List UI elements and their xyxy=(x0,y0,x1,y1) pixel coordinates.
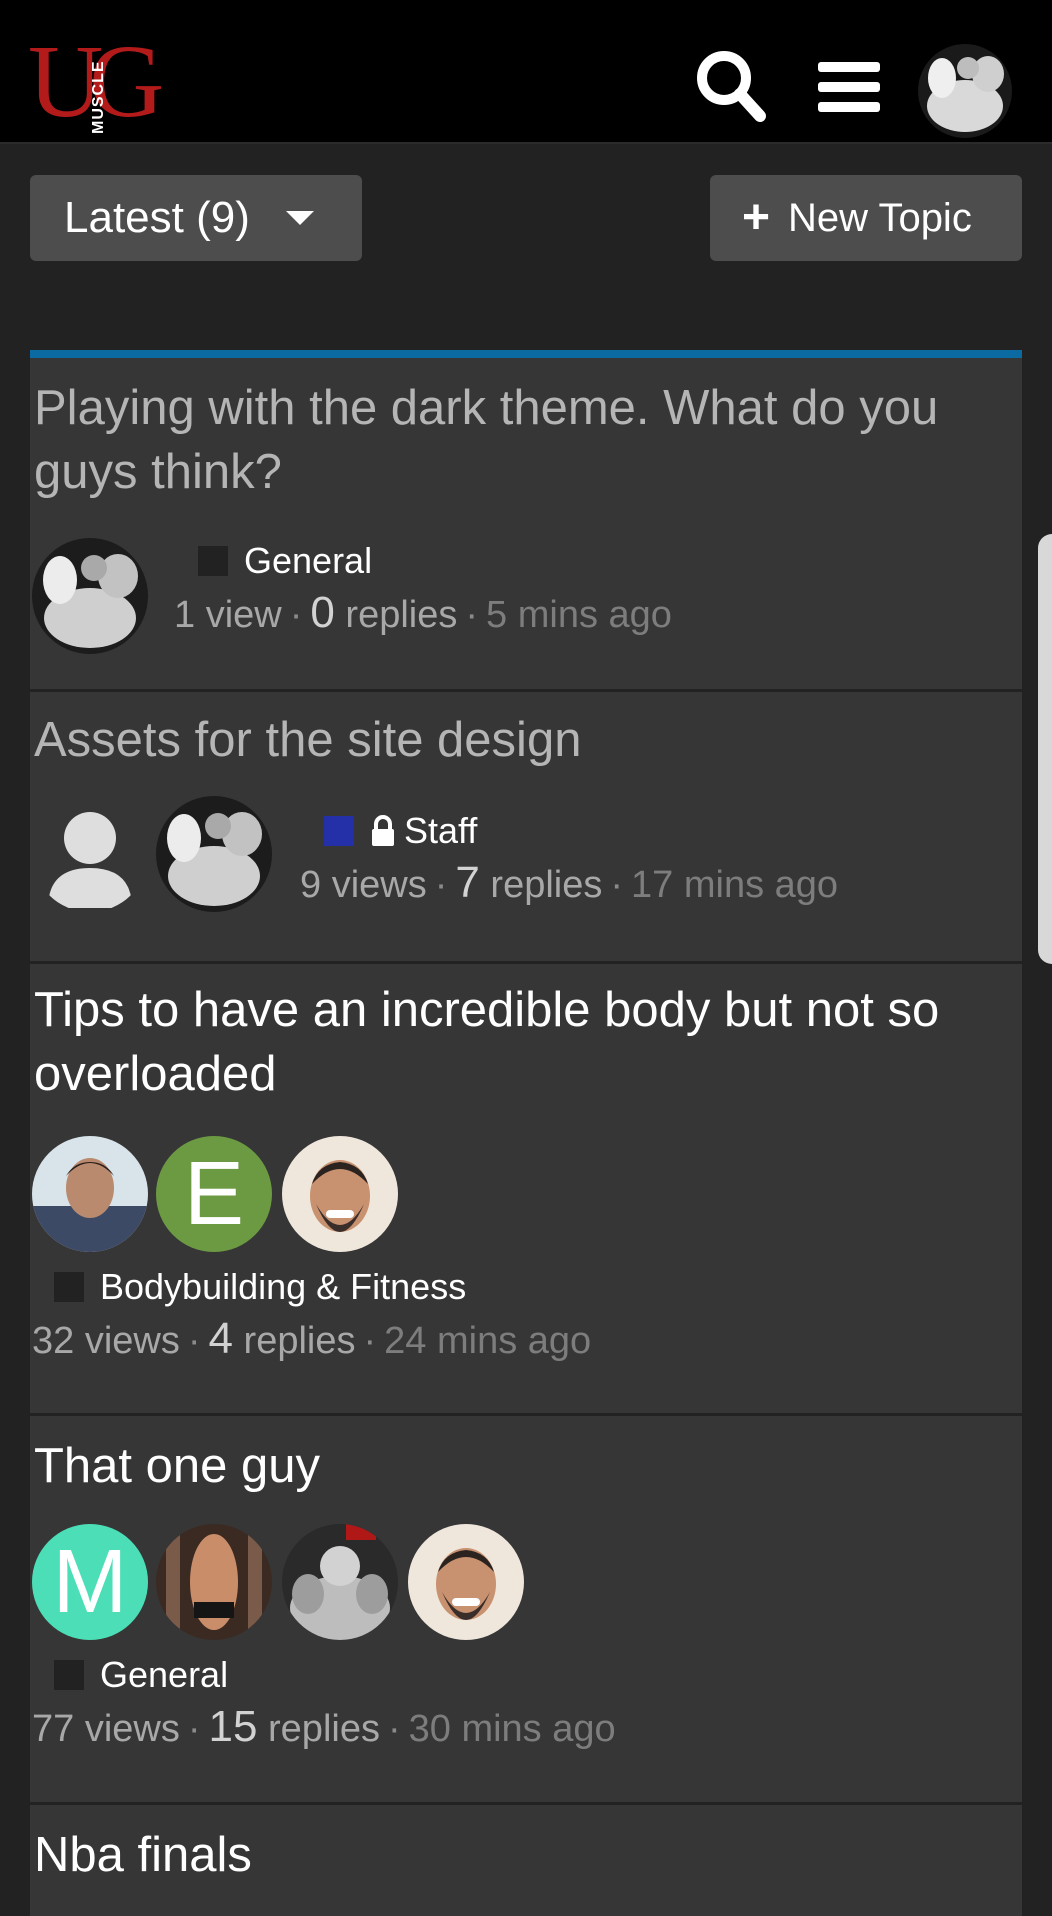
topic-title[interactable]: That one guy xyxy=(34,1434,1014,1498)
category-color-square xyxy=(198,546,228,576)
topic-row[interactable]: Playing with the dark theme. What do you… xyxy=(30,358,1022,692)
poster-avatar[interactable] xyxy=(282,1524,398,1640)
category-color-square xyxy=(54,1660,84,1690)
user-avatar[interactable] xyxy=(918,44,1012,138)
plus-icon: + xyxy=(742,191,771,244)
replies-word: replies xyxy=(268,1708,380,1750)
views-count: 1 view xyxy=(174,594,282,636)
category-badge[interactable]: General xyxy=(198,540,372,582)
filter-dropdown-label: Latest (9) xyxy=(64,193,250,242)
last-activity[interactable]: 24 mins ago xyxy=(384,1320,591,1362)
poster-avatar[interactable] xyxy=(32,538,148,654)
poster-avatar[interactable] xyxy=(32,1136,148,1252)
poster-avatar[interactable] xyxy=(282,1136,398,1252)
app-header: UG MUSCLE xyxy=(0,0,1052,144)
new-topic-button[interactable]: + New Topic xyxy=(710,175,1022,261)
scrollbar-thumb[interactable] xyxy=(1038,534,1052,964)
topic-title[interactable]: Tips to have an incredible body but not … xyxy=(34,978,1014,1106)
views-count: 77 views xyxy=(32,1708,180,1750)
letter-avatar[interactable]: M xyxy=(32,1524,148,1640)
poster-avatar[interactable] xyxy=(156,796,272,912)
letter-avatar[interactable]: E xyxy=(156,1136,272,1252)
category-badge[interactable]: General xyxy=(54,1654,228,1696)
category-color-square xyxy=(324,816,354,846)
category-badge[interactable]: Bodybuilding & Fitness xyxy=(54,1266,466,1308)
replies-count: 15 xyxy=(208,1702,258,1751)
topic-stats: 77 views · 15 replies · 30 mins ago xyxy=(32,1702,616,1751)
category-badge[interactable]: Staff xyxy=(324,810,477,852)
topic-title[interactable]: Nba finals xyxy=(34,1823,1014,1887)
category-name: General xyxy=(244,540,373,581)
replies-word: replies xyxy=(243,1320,356,1362)
topic-title[interactable]: Playing with the dark theme. What do you… xyxy=(34,376,1014,504)
replies-count: 0 xyxy=(310,588,335,637)
replies-count: 7 xyxy=(455,858,480,907)
default-user-avatar[interactable] xyxy=(32,796,148,912)
replies-word: replies xyxy=(490,864,603,906)
last-activity[interactable]: 5 mins ago xyxy=(486,594,672,636)
views-count: 32 views xyxy=(32,1320,180,1362)
site-logo[interactable]: UG MUSCLE xyxy=(28,30,164,136)
lock-icon xyxy=(372,815,394,846)
new-topic-label: New Topic xyxy=(788,195,972,240)
topic-stats: 32 views · 4 replies · 24 mins ago xyxy=(32,1314,592,1363)
category-name: Bodybuilding & Fitness xyxy=(100,1266,467,1307)
last-activity[interactable]: 17 mins ago xyxy=(631,864,838,906)
search-icon[interactable] xyxy=(690,44,770,124)
last-activity[interactable]: 30 mins ago xyxy=(409,1708,616,1750)
topic-stats: 9 views · 7 replies · 17 mins ago xyxy=(300,858,839,907)
category-name: General xyxy=(100,1654,229,1695)
logo-word: MUSCLE xyxy=(90,60,107,134)
topic-title[interactable]: Assets for the site design xyxy=(34,708,1014,772)
hamburger-menu-icon[interactable] xyxy=(810,44,890,124)
replies-count: 4 xyxy=(208,1314,233,1363)
poster-avatar[interactable] xyxy=(156,1524,272,1640)
topic-stats: 1 view · 0 replies · 5 mins ago xyxy=(174,588,672,637)
topic-row[interactable]: Nba finals xyxy=(30,1805,1022,1916)
topic-row[interactable]: Tips to have an incredible body but not … xyxy=(30,964,1022,1416)
views-count: 9 views xyxy=(300,864,427,906)
poster-avatar[interactable] xyxy=(408,1524,524,1640)
topic-row[interactable]: Assets for the site design Staff 9 views… xyxy=(30,692,1022,964)
filter-dropdown-button[interactable]: Latest (9) xyxy=(30,175,362,261)
category-name: Staff xyxy=(404,810,478,851)
replies-word: replies xyxy=(345,594,458,636)
topic-row[interactable]: That one guy M General 77 views · 15 rep… xyxy=(30,1416,1022,1805)
caret-down-icon xyxy=(285,211,314,225)
category-color-square xyxy=(54,1272,84,1302)
topic-list: Playing with the dark theme. What do you… xyxy=(30,350,1022,1916)
